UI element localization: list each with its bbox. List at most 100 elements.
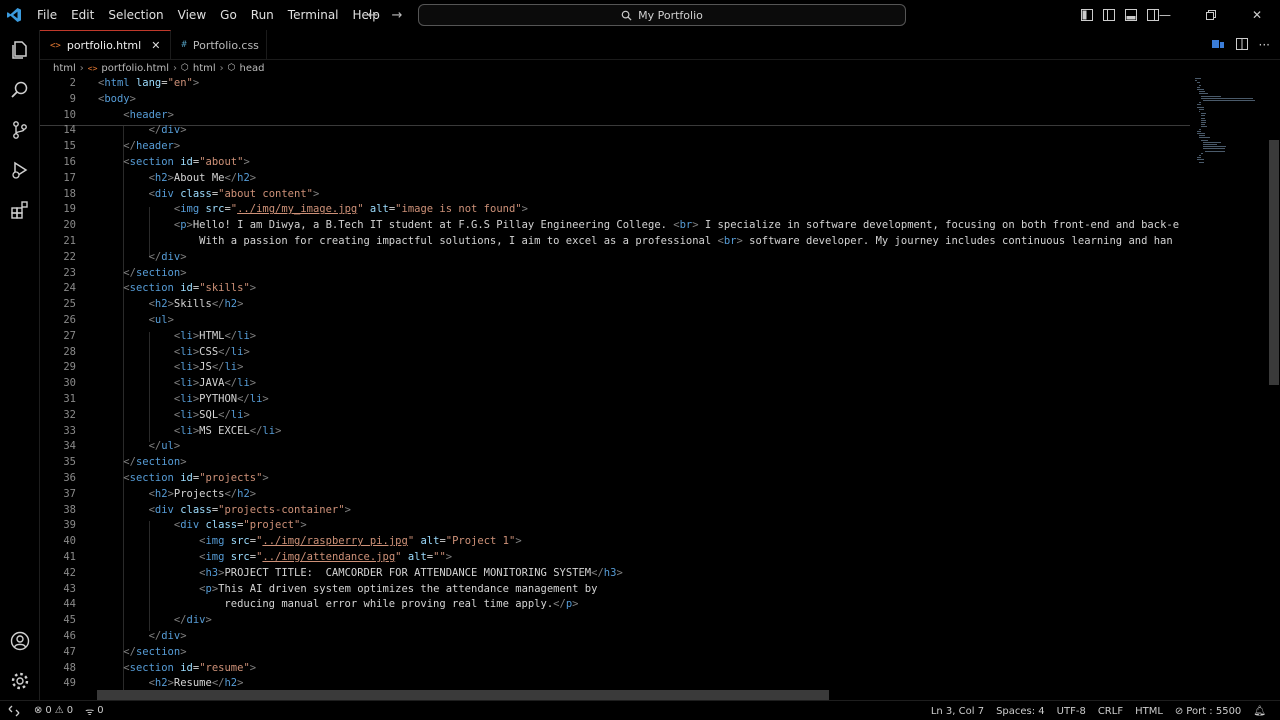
code-line[interactable]: 24 <section id="skills"> xyxy=(40,281,1190,297)
code-line[interactable]: 34 </ul> xyxy=(40,439,1190,455)
horizontal-scrollbar[interactable] xyxy=(97,690,829,700)
run-and-debug-icon[interactable] xyxy=(8,158,32,182)
code-line[interactable]: 27 <li>HTML</li> xyxy=(40,329,1190,345)
problems-indicator[interactable]: ⊗ 0 ⚠ 0 xyxy=(28,705,79,716)
menu-edit[interactable]: Edit xyxy=(64,0,101,30)
code-text: <li>CSS</li> xyxy=(173,345,250,358)
code-line[interactable]: 35 </section> xyxy=(40,455,1190,471)
close-window-icon[interactable]: ✕ xyxy=(1234,0,1280,30)
menu-run[interactable]: Run xyxy=(244,0,281,30)
menu-go[interactable]: Go xyxy=(213,0,244,30)
code-line[interactable]: 25 <h2>Skills</h2> xyxy=(40,297,1190,313)
code-text: <div class="project"> xyxy=(173,519,307,532)
code-line[interactable]: 15 </header> xyxy=(40,139,1190,155)
encoding[interactable]: UTF-8 xyxy=(1051,706,1092,717)
code-line[interactable]: 22 </div> xyxy=(40,250,1190,266)
remote-indicator-icon[interactable] xyxy=(0,705,28,717)
code-line[interactable]: 9 <body> xyxy=(40,92,1190,108)
line-number: 44 xyxy=(63,598,76,611)
extensions-icon[interactable] xyxy=(8,198,32,222)
live-server-status[interactable]: ⊘ Port : 5500 xyxy=(1169,706,1247,717)
search-icon[interactable] xyxy=(8,78,32,102)
minimap-line xyxy=(1199,102,1202,104)
menu-terminal[interactable]: Terminal xyxy=(281,0,346,30)
code-line[interactable]: 16 <section id="about"> xyxy=(40,155,1190,171)
line-number: 30 xyxy=(63,377,76,390)
code-line[interactable]: 39 <div class="project"> xyxy=(40,518,1190,534)
customize-layout-icon[interactable] xyxy=(1080,8,1094,22)
minimap-line xyxy=(1201,119,1206,121)
code-line[interactable]: 48 <section id="resume"> xyxy=(40,661,1190,677)
indentation[interactable]: Spaces: 4 xyxy=(990,706,1051,717)
vertical-scrollbar[interactable] xyxy=(1269,140,1279,385)
live-preview-icon[interactable] xyxy=(1211,36,1225,55)
html-file-icon: <> xyxy=(50,40,61,51)
minimap-line xyxy=(1201,117,1205,119)
minimize-icon[interactable]: — xyxy=(1142,0,1188,30)
breadcrumb-file[interactable]: portfolio.html xyxy=(101,63,169,74)
code-line[interactable]: 33 <li>MS EXCEL</li> xyxy=(40,424,1190,440)
code-line[interactable]: 45 </div> xyxy=(40,613,1190,629)
code-line[interactable]: 30 <li>JAVA</li> xyxy=(40,376,1190,392)
code-line[interactable]: 36 <section id="projects"> xyxy=(40,471,1190,487)
ports-indicator[interactable]: ᯤ 0 xyxy=(79,704,110,718)
manage-gear-icon[interactable] xyxy=(8,669,32,693)
menu-view[interactable]: View xyxy=(171,0,213,30)
accounts-icon[interactable] xyxy=(8,629,32,653)
breadcrumb-element-head[interactable]: head xyxy=(240,63,265,74)
forward-arrow-icon[interactable]: → xyxy=(390,8,404,23)
code-line[interactable]: 26 <ul> xyxy=(40,313,1190,329)
close-icon[interactable]: ✕ xyxy=(151,39,160,52)
code-line[interactable]: 20 <p>Hello! I am Diwya, a B.Tech IT stu… xyxy=(40,218,1190,234)
source-control-icon[interactable] xyxy=(8,118,32,142)
line-number: 16 xyxy=(63,156,76,168)
toggle-primary-sidebar-icon[interactable] xyxy=(1102,8,1116,22)
code-line[interactable]: 14 </div> xyxy=(40,123,1190,139)
code-line[interactable]: 41 <img src="../img/attendance.jpg" alt=… xyxy=(40,550,1190,566)
minimap[interactable] xyxy=(1195,78,1265,178)
code-line[interactable]: 32 <li>SQL</li> xyxy=(40,408,1190,424)
command-center-search[interactable]: My Portfolio xyxy=(418,4,906,26)
menu-selection[interactable]: Selection xyxy=(101,0,170,30)
back-arrow-icon[interactable]: ← xyxy=(366,8,380,23)
more-actions-icon[interactable]: ··· xyxy=(1259,38,1270,52)
code-line[interactable]: 42 <h3>PROJECT TITLE: CAMCORDER FOR ATTE… xyxy=(40,566,1190,582)
breadcrumb-element-html[interactable]: html xyxy=(193,63,216,74)
tab-portfolio-html[interactable]: <> portfolio.html ✕ xyxy=(40,30,172,60)
line-number: 29 xyxy=(63,361,76,374)
language-mode[interactable]: HTML xyxy=(1129,706,1169,717)
tab-portfolio-css[interactable]: # Portfolio.css xyxy=(171,30,268,60)
code-line[interactable]: 2 <html lang="en"> xyxy=(40,76,1190,92)
chevron-right-icon: › xyxy=(173,62,178,74)
code-line[interactable]: 21 With a passion for creating impactful… xyxy=(40,234,1190,250)
chevron-right-icon: › xyxy=(219,62,224,74)
explorer-icon[interactable] xyxy=(8,38,32,62)
maximize-icon[interactable] xyxy=(1188,0,1234,30)
code-line[interactable]: 29 <li>JS</li> xyxy=(40,360,1190,376)
code-line[interactable]: 19 <img src="../img/my_image.jpg" alt="i… xyxy=(40,202,1190,218)
split-editor-icon[interactable] xyxy=(1235,36,1249,55)
code-line[interactable]: 37 <h2>Projects</h2> xyxy=(40,487,1190,503)
code-line[interactable]: 38 <div class="projects-container"> xyxy=(40,503,1190,519)
end-of-line[interactable]: CRLF xyxy=(1092,706,1129,717)
code-editor[interactable]: 2 <html lang="en"> 9 <body> 10 <header> 14 </… xyxy=(40,76,1268,700)
notifications-bell-icon[interactable]: 🔔︎ xyxy=(1247,706,1280,717)
minimap-line xyxy=(1199,93,1209,95)
code-line[interactable]: 44 reducing manual error while proving r… xyxy=(40,597,1190,613)
toggle-panel-icon[interactable] xyxy=(1124,8,1138,22)
code-line[interactable]: 18 <div class="about content"> xyxy=(40,187,1190,203)
cursor-position[interactable]: Ln 3, Col 7 xyxy=(925,706,990,717)
code-line[interactable]: 40 <img src="../img/raspberry pi.jpg" al… xyxy=(40,534,1190,550)
minimap-line xyxy=(1199,111,1201,112)
code-line[interactable]: 47 </section> xyxy=(40,645,1190,661)
code-text: </section> xyxy=(123,456,187,469)
menu-file[interactable]: File xyxy=(30,0,64,30)
code-line[interactable]: 46 </div> xyxy=(40,629,1190,645)
breadcrumb-folder[interactable]: html xyxy=(53,63,76,74)
code-line[interactable]: 17 <h2>About Me</h2> xyxy=(40,171,1190,187)
code-line[interactable]: 28 <li>CSS</li> xyxy=(40,345,1190,361)
code-line[interactable]: 31 <li>PYTHON</li> xyxy=(40,392,1190,408)
code-line[interactable]: 43 <p>This AI driven system optimizes th… xyxy=(40,582,1190,598)
code-line[interactable]: 23 </section> xyxy=(40,266,1190,282)
code-line[interactable]: 10 <header> xyxy=(40,108,1190,124)
